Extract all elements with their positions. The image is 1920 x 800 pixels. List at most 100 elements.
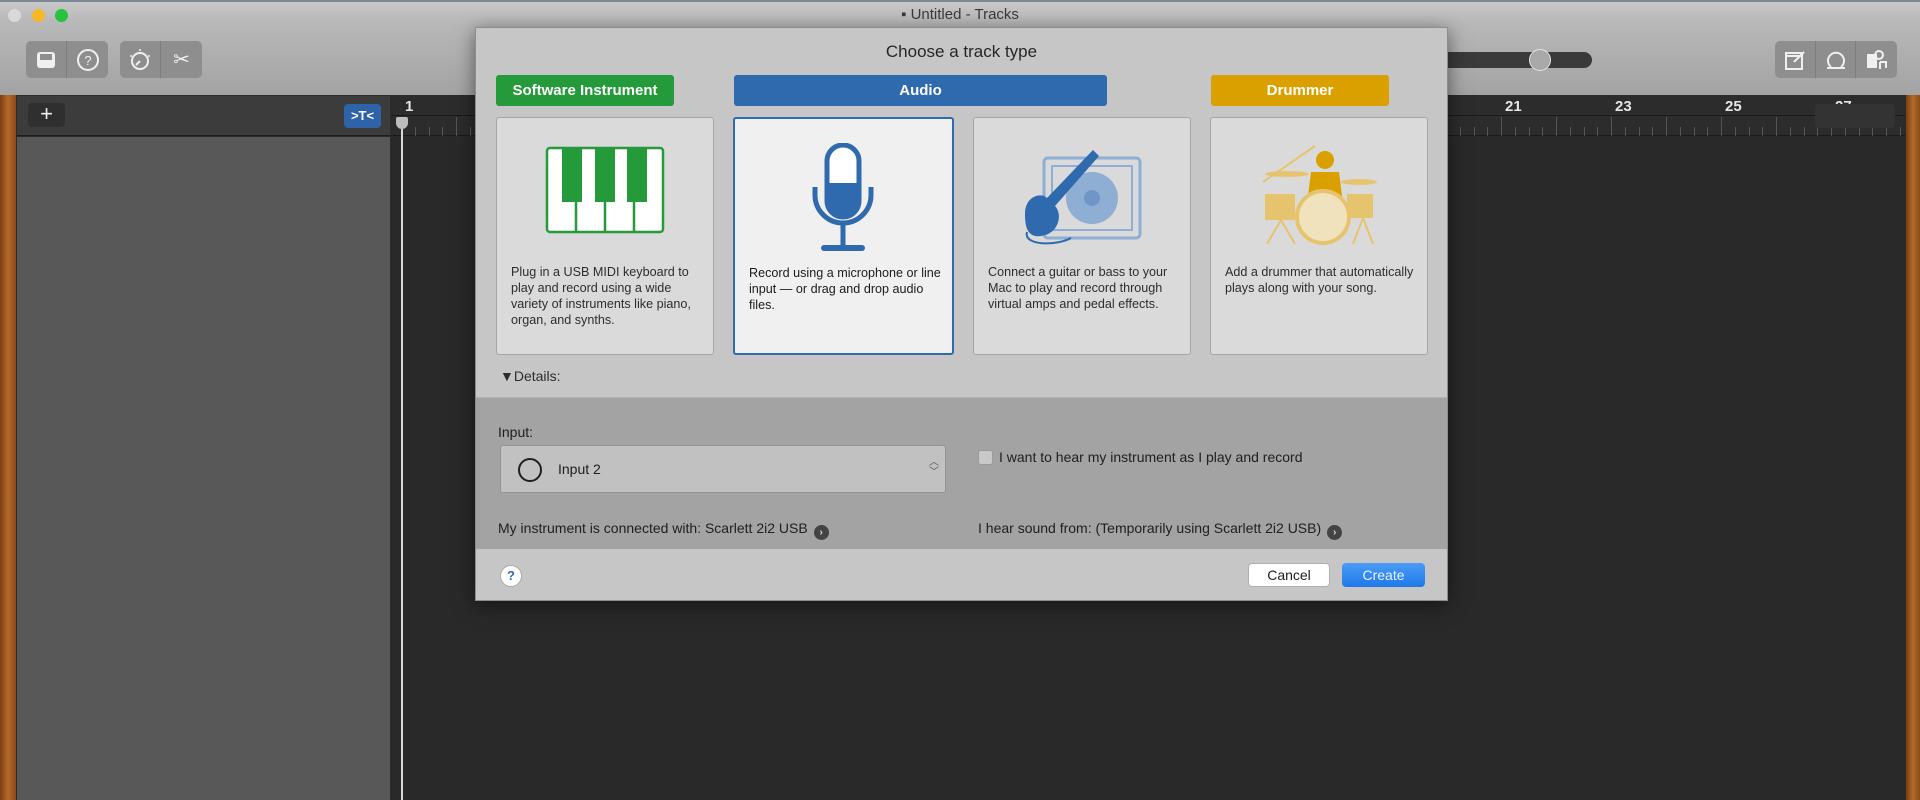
select-chevron-icon: ︿ ﹀ [929, 457, 939, 478]
ruler-tick [1624, 127, 1626, 136]
bar-number: 23 [1615, 98, 1632, 115]
piano-keyboard-icon [545, 146, 665, 234]
ruler-tick [1762, 127, 1764, 136]
ruler-tick [1514, 127, 1516, 136]
ruler-tick [428, 127, 430, 136]
ruler-tick [1459, 127, 1461, 136]
ruler-tick [1707, 127, 1709, 136]
master-volume-slider[interactable] [1440, 52, 1592, 68]
monitor-option[interactable]: I want to hear my instrument as I play a… [978, 449, 1302, 465]
software-instrument-card[interactable]: Plug in a USB MIDI keyboard to play and … [496, 117, 714, 355]
card-description: Record using a microphone or line input … [749, 266, 941, 312]
help-icon: ? [76, 48, 99, 71]
playhead-handle[interactable] [396, 117, 408, 129]
connected-with-line: My instrument is connected with: Scarlet… [498, 520, 829, 540]
hear-sound-line: I hear sound from: (Temporarily using Sc… [978, 520, 1343, 540]
toolbar-group-view: ? [26, 41, 108, 78]
dialog-title: Choose a track type [885, 42, 1038, 61]
ruler-tick [456, 117, 457, 136]
add-track-button[interactable]: + [28, 103, 65, 127]
ruler-tick [1872, 127, 1874, 136]
audio-guitar-card[interactable]: Connect a guitar or bass to your Mac to … [973, 117, 1191, 355]
new-track-dialog: Choose a track type Software Instrument … [475, 27, 1448, 601]
input-value: Input 2 [558, 461, 601, 477]
audio-microphone-card[interactable]: Record using a microphone or line input … [733, 117, 954, 355]
window-title-text: Untitled - Tracks [910, 6, 1019, 23]
loop-browser-button[interactable] [1816, 41, 1857, 78]
ruler-tick [1652, 127, 1654, 136]
monitor-checkbox[interactable] [978, 450, 993, 465]
svg-text:?: ? [84, 53, 91, 68]
go-arrow-icon[interactable]: › [1327, 525, 1343, 540]
go-arrow-icon[interactable]: › [813, 525, 829, 540]
ruler-tick [1789, 127, 1791, 136]
smart-controls-button[interactable] [120, 41, 161, 78]
ruler-tick [1487, 127, 1489, 136]
microphone-icon [812, 143, 873, 251]
ruler-tick [1528, 127, 1530, 136]
drummer-icon [1262, 145, 1377, 245]
ruler-tick [1734, 127, 1736, 136]
input-label: Input: [498, 424, 534, 440]
create-button[interactable]: Create [1342, 563, 1425, 587]
ruler-tick [442, 127, 444, 136]
catch-playhead-button[interactable]: >T< [344, 104, 381, 128]
media-browser-button[interactable] [1856, 41, 1897, 78]
ruler-tick [1748, 127, 1750, 136]
monitor-checkbox-label: I want to hear my instrument as I play a… [999, 449, 1303, 465]
help-button[interactable]: ? [500, 565, 522, 587]
drummer-category[interactable]: Drummer [1211, 75, 1389, 106]
timeline-zoom-slider[interactable] [1815, 104, 1895, 128]
ruler-tick [1611, 117, 1612, 136]
ruler-tick [1583, 127, 1585, 136]
ruler-tick [1638, 127, 1640, 136]
details-label: Details: [513, 368, 561, 384]
note-pad-button[interactable] [1775, 41, 1816, 78]
ruler-tick [414, 127, 416, 136]
library-button[interactable] [26, 41, 67, 78]
wood-panel-right [1906, 95, 1920, 800]
bar-number: 1 [405, 98, 414, 115]
card-description: Add a drummer that automatically plays a… [1225, 265, 1414, 295]
ruler-tick [1501, 117, 1502, 136]
audio-category[interactable]: Audio [734, 75, 1107, 106]
details-disclosure[interactable]: ▼Details: [500, 368, 561, 384]
ruler-tick [1666, 117, 1667, 136]
software-instrument-category[interactable]: Software Instrument [496, 75, 674, 106]
editors-button[interactable]: ✂ [161, 41, 202, 78]
quick-help-button[interactable]: ? [67, 41, 108, 78]
drummer-card[interactable]: Add a drummer that automatically plays a… [1210, 117, 1428, 355]
ruler-tick [1817, 127, 1819, 136]
media-browser-icon [1866, 49, 1887, 69]
ruler-tick [1679, 127, 1681, 136]
loop-browser-icon [1826, 51, 1845, 69]
playhead[interactable] [401, 117, 403, 800]
mono-input-icon [518, 458, 542, 482]
toolbar-group-browsers [1775, 41, 1897, 78]
window-title: ▪ Untitled - Tracks [0, 6, 1920, 23]
notepad-icon [1784, 50, 1805, 70]
card-description: Plug in a USB MIDI keyboard to play and … [511, 265, 691, 327]
toolbar-group-edit: ✂ [120, 41, 202, 78]
input-select[interactable]: Input 2 ︿ ﹀ [500, 445, 946, 493]
guitar-amp-icon [1025, 150, 1142, 245]
tracks-header [17, 96, 390, 136]
hear-sound-text: I hear sound from: (Temporarily using Sc… [978, 520, 1322, 536]
card-description: Connect a guitar or bass to your Mac to … [988, 265, 1168, 311]
ruler-tick [1597, 127, 1599, 136]
ruler-tick [1858, 127, 1860, 136]
bar-number: 25 [1725, 98, 1742, 115]
document-icon: ▪ [901, 6, 911, 23]
ruler-tick [1556, 117, 1557, 136]
ruler-tick [1569, 127, 1571, 136]
ruler-tick [1803, 127, 1805, 136]
cancel-button[interactable]: Cancel [1248, 563, 1330, 587]
disclosure-triangle-icon: ▼ [500, 368, 514, 384]
ruler-tick [1899, 127, 1901, 136]
connected-with-text: My instrument is connected with: Scarlet… [498, 520, 808, 536]
ruler-tick [1542, 127, 1544, 136]
track-headers-area [17, 137, 390, 800]
ruler-tick [1721, 117, 1722, 136]
ruler-tick [1473, 127, 1475, 136]
garageband-window: ▪ Untitled - Tracks ? ✂ + >T< 1 21 23 25… [0, 0, 1920, 800]
